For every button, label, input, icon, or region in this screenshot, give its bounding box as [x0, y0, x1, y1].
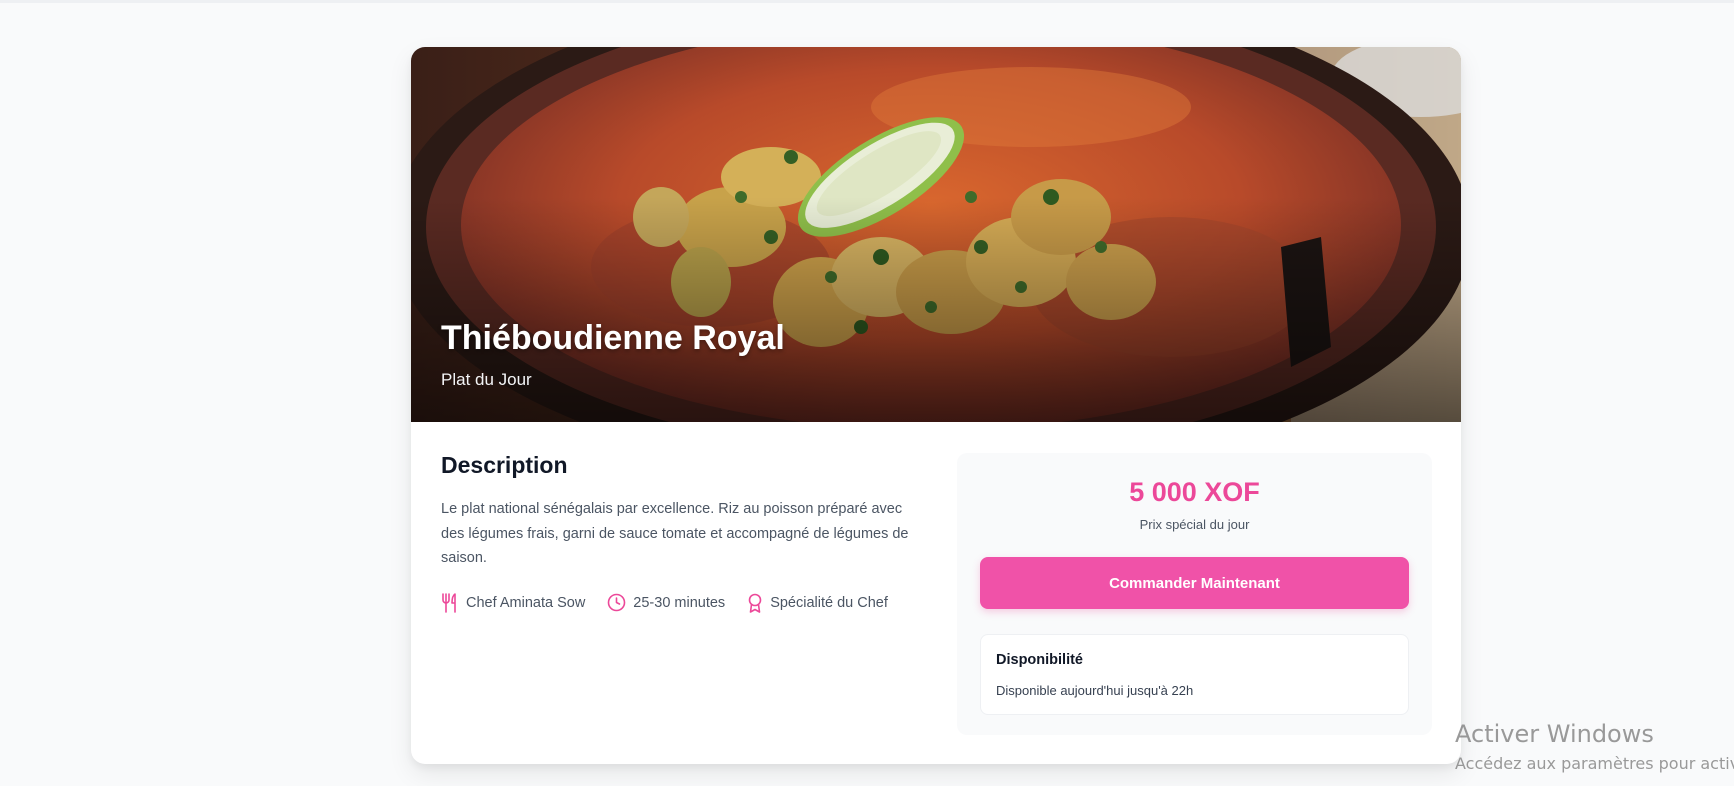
watermark-subtitle: Accédez aux paramètres pour activ [1455, 754, 1734, 773]
award-icon [748, 593, 762, 613]
description-heading: Description [441, 452, 568, 478]
utensils-icon [442, 592, 456, 613]
availability-text: Disponible aujourd'hui jusqu'à 22h [996, 683, 1194, 698]
dish-hero-image: Thiéboudienne Royal Plat du Jour [411, 47, 1461, 422]
windows-activation-watermark: Activer Windows Accédez aux paramètres p… [1455, 720, 1734, 773]
order-now-button[interactable]: Commander Maintenant [980, 557, 1409, 609]
meta-chef: Chef Aminata Sow [441, 592, 586, 613]
hero-gradient-overlay [411, 47, 1461, 422]
time-label: 25-30 minutes [633, 594, 726, 611]
price-caption: Prix spécial du jour [1139, 517, 1250, 532]
order-panel: 5 000 XOF Prix spécial du jour Commander… [957, 453, 1432, 735]
availability-box: Disponibilité Disponible aujourd'hui jus… [980, 634, 1409, 715]
meta-time: 25-30 minutes [607, 593, 725, 612]
availability-title: Disponibilité [996, 652, 1083, 668]
clock-icon [607, 593, 626, 612]
description-text: Le plat national sénégalais par excellen… [441, 501, 909, 566]
watermark-title: Activer Windows [1455, 720, 1654, 748]
price: 5 000 XOF [1129, 477, 1260, 507]
specialty-label: Spécialité du Chef [770, 594, 888, 611]
dish-card: Thiéboudienne Royal Plat du Jour Descrip… [411, 47, 1461, 764]
meta-specialty: Spécialité du Chef [747, 593, 888, 613]
chef-label: Chef Aminata Sow [466, 594, 586, 611]
dish-meta: Chef Aminata Sow 25-30 minutes Spécialit… [441, 592, 911, 613]
dish-subtitle: Plat du Jour [441, 370, 532, 389]
top-border [0, 0, 1734, 3]
dish-title: Thiéboudienne Royal [441, 319, 785, 357]
description-section: Description Le plat national sénégalais … [441, 452, 911, 613]
